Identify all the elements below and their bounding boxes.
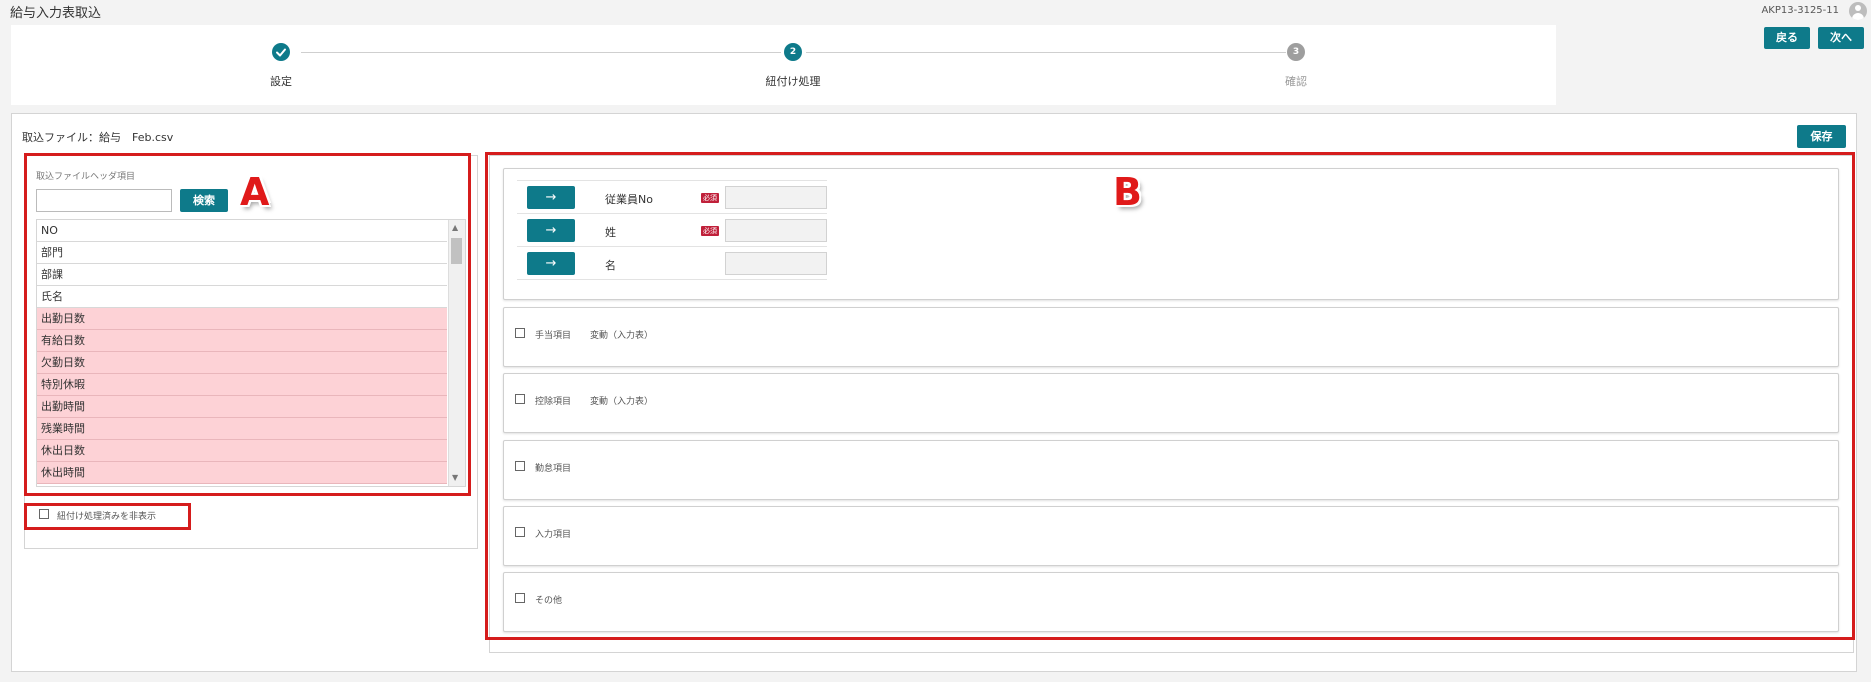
user-id: AKP13-3125-11: [1761, 5, 1839, 16]
scroll-up-icon[interactable]: ▲: [452, 223, 458, 233]
user-avatar-icon[interactable]: [1849, 2, 1867, 20]
step-3-label: 確認: [1285, 75, 1307, 88]
step-2-indicator: 2: [784, 43, 802, 61]
map-arrow-button-employee-no[interactable]: →: [527, 186, 575, 209]
input-section-label: 入力項目: [535, 530, 572, 540]
list-item[interactable]: 休出日数: [37, 440, 447, 462]
row-divider: [517, 246, 827, 247]
input-section-checkbox[interactable]: [515, 527, 525, 537]
save-button[interactable]: 保存: [1797, 125, 1846, 148]
field-label-last-name: 姓: [605, 226, 616, 239]
step-1-check-icon: [272, 43, 290, 61]
list-item[interactable]: 残業時間: [37, 418, 447, 440]
step-3-indicator: 3: [1287, 43, 1305, 61]
row-divider: [517, 213, 827, 214]
allowance-section[interactable]: [503, 307, 1839, 367]
other-section-label: その他: [535, 596, 563, 606]
field-label-first-name: 名: [605, 259, 616, 272]
row-divider: [517, 180, 827, 181]
hide-processed-checkbox[interactable]: [39, 509, 49, 519]
map-arrow-button-last-name[interactable]: →: [527, 219, 575, 242]
step-connector: [806, 52, 1286, 53]
mapped-field-last-name[interactable]: [725, 219, 827, 242]
deduction-section[interactable]: [503, 373, 1839, 433]
annotation-label-a: A: [240, 170, 270, 214]
list-scrollbar[interactable]: ▲ ▼: [448, 220, 465, 486]
list-item[interactable]: 部門: [37, 242, 447, 264]
required-badge: 必須: [701, 226, 719, 236]
list-item[interactable]: NO: [37, 220, 447, 242]
page-title: 給与入力表取込: [10, 6, 102, 21]
deduction-section-sub: 変動（入力表）: [590, 397, 654, 407]
other-section[interactable]: [503, 572, 1839, 632]
list-item[interactable]: 出勤時間: [37, 396, 447, 418]
row-divider: [517, 279, 827, 280]
allowance-section-checkbox[interactable]: [515, 328, 525, 338]
attendance-section-checkbox[interactable]: [515, 461, 525, 471]
header-items-list[interactable]: NO 部門 部課 氏名 出勤日数 有給日数 欠勤日数 特別休暇 出勤時間 残業時…: [36, 219, 466, 487]
search-input[interactable]: [36, 189, 172, 212]
scrollbar-thumb[interactable]: [451, 238, 462, 264]
allowance-section-sub: 変動（入力表）: [590, 331, 654, 341]
attendance-section-label: 勤怠項目: [535, 464, 572, 474]
required-badge: 必須: [701, 193, 719, 203]
mapped-field-first-name[interactable]: [725, 252, 827, 275]
map-arrow-button-first-name[interactable]: →: [527, 252, 575, 275]
step-1-label: 設定: [270, 75, 292, 88]
list-item[interactable]: 氏名: [37, 286, 447, 308]
hide-processed-label: 紐付け処理済みを非表示: [57, 512, 157, 522]
list-item[interactable]: 出勤日数: [37, 308, 447, 330]
list-item[interactable]: 特別休暇: [37, 374, 447, 396]
list-item[interactable]: 休出時間: [37, 462, 447, 484]
import-file-label: 取込ファイル：給与 Feb.csv: [22, 131, 174, 144]
step-2-label: 紐付け処理: [765, 75, 821, 88]
back-button[interactable]: 戻る: [1764, 27, 1810, 49]
deduction-section-label: 控除項目: [535, 397, 572, 407]
list-item[interactable]: 部課: [37, 264, 447, 286]
progress-stepper: 2 3 設定 紐付け処理 確認: [11, 25, 1556, 105]
mapped-field-employee-no[interactable]: [725, 186, 827, 209]
other-section-checkbox[interactable]: [515, 593, 525, 603]
input-section[interactable]: [503, 506, 1839, 566]
list-item[interactable]: 欠勤日数: [37, 352, 447, 374]
list-item[interactable]: 有給日数: [37, 330, 447, 352]
next-button[interactable]: 次へ: [1818, 27, 1864, 49]
search-button[interactable]: 検索: [180, 189, 228, 212]
annotation-label-b: B: [1113, 170, 1142, 214]
field-label-employee-no: 従業員No: [605, 193, 653, 206]
deduction-section-checkbox[interactable]: [515, 394, 525, 404]
scroll-down-icon[interactable]: ▼: [452, 473, 458, 483]
header-items-label: 取込ファイルヘッダ項目: [36, 172, 136, 182]
allowance-section-label: 手当項目: [535, 331, 572, 341]
step-connector: [301, 52, 781, 53]
attendance-section[interactable]: [503, 440, 1839, 500]
